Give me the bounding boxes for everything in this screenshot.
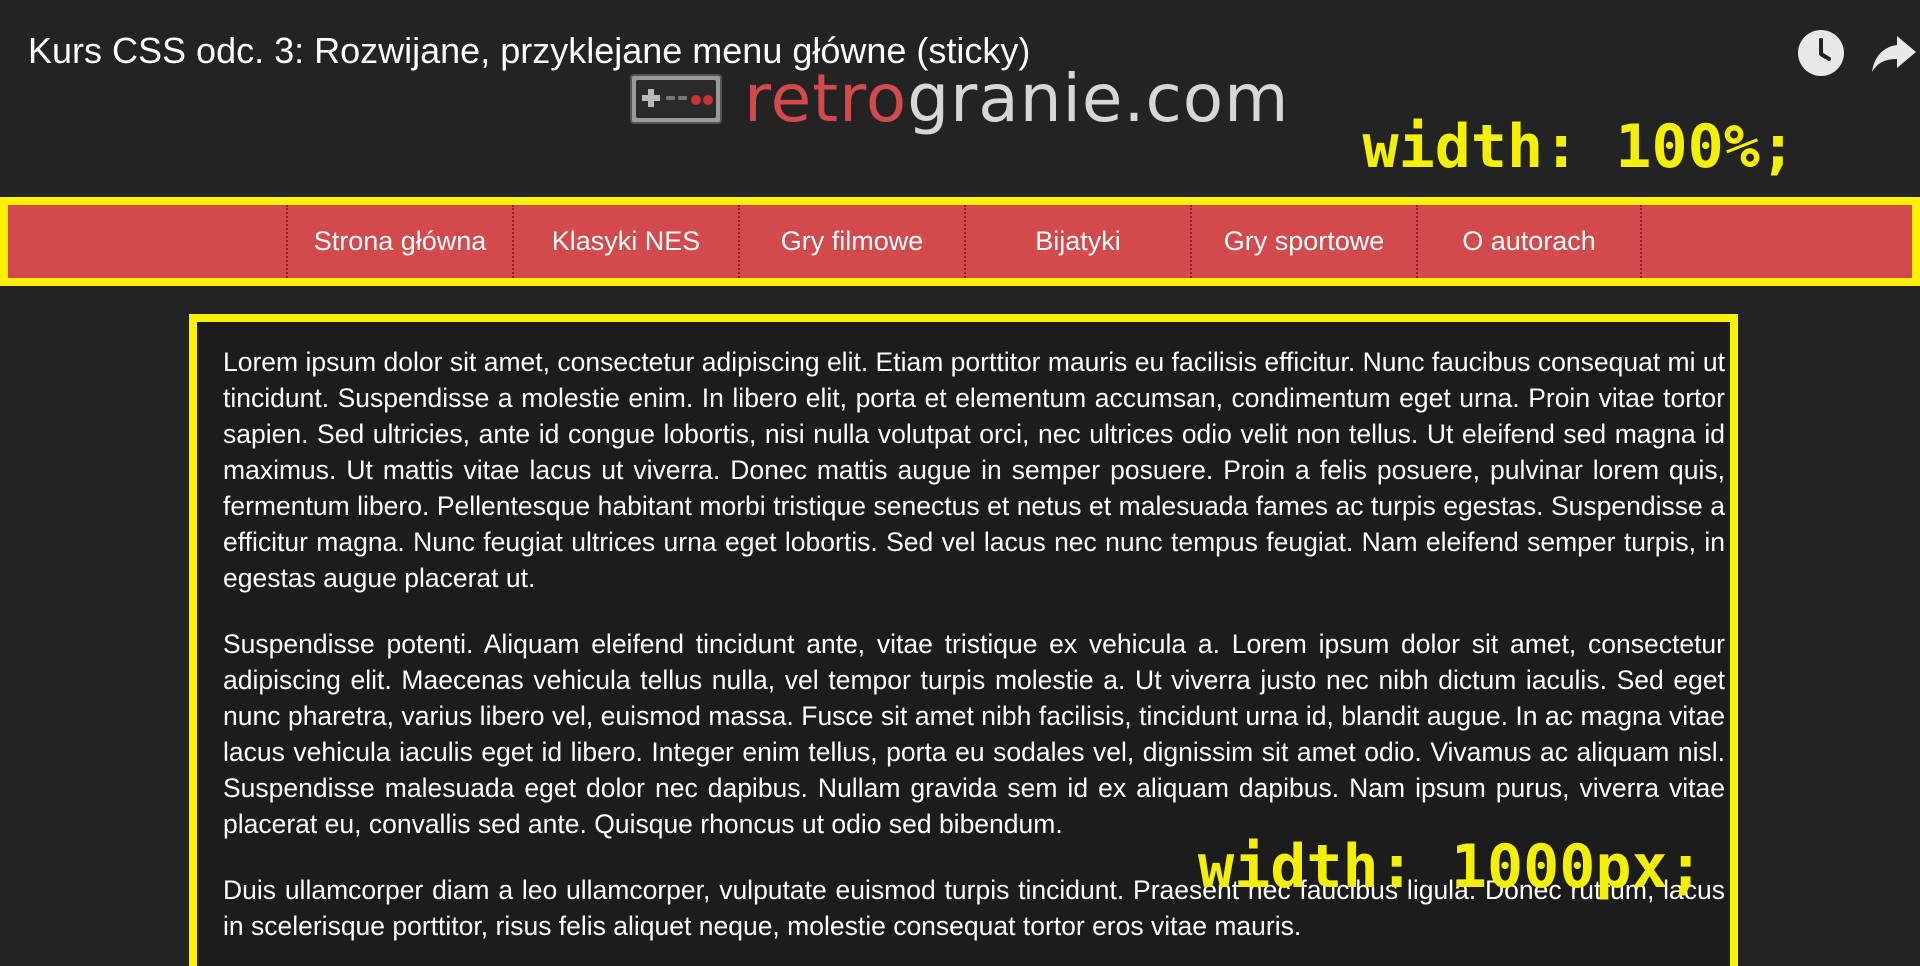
menu-item-bijatyki[interactable]: Bijatyki xyxy=(964,205,1190,278)
annotation-width-1000px: width: 1000px; xyxy=(1198,832,1704,902)
share-icon[interactable] xyxy=(1870,32,1918,76)
paragraph: Suspendisse potenti. Aliquam eleifend ti… xyxy=(223,629,1725,839)
main-menu: Strona główna Klasyki NES Gry filmowe Bi… xyxy=(0,197,1920,286)
menu-item-o-autorach[interactable]: O autorach xyxy=(1416,205,1642,278)
video-title: Kurs CSS odc. 3: Rozwijane, przyklejane … xyxy=(28,30,1031,71)
menu-item-strona-glowna[interactable]: Strona główna xyxy=(286,205,512,278)
menu-item-gry-sportowe[interactable]: Gry sportowe xyxy=(1190,205,1416,278)
logo-text: retrogranie.com xyxy=(744,66,1289,132)
menu-item-gry-filmowe[interactable]: Gry filmowe xyxy=(738,205,964,278)
site-logo[interactable]: retrogranie.com xyxy=(630,64,1289,134)
annotation-width-100: width: 100%; xyxy=(1362,112,1796,182)
clock-icon[interactable] xyxy=(1798,30,1844,76)
paragraph: Lorem ipsum dolor sit amet, consectetur … xyxy=(223,347,1725,593)
gamepad-icon xyxy=(630,74,722,124)
video-frame: Kurs CSS odc. 3: Rozwijane, przyklejane … xyxy=(0,0,1920,966)
menu-item-klasyki-nes[interactable]: Klasyki NES xyxy=(512,205,738,278)
menu-list: Strona główna Klasyki NES Gry filmowe Bi… xyxy=(286,205,1642,278)
video-actions xyxy=(1740,24,1920,80)
